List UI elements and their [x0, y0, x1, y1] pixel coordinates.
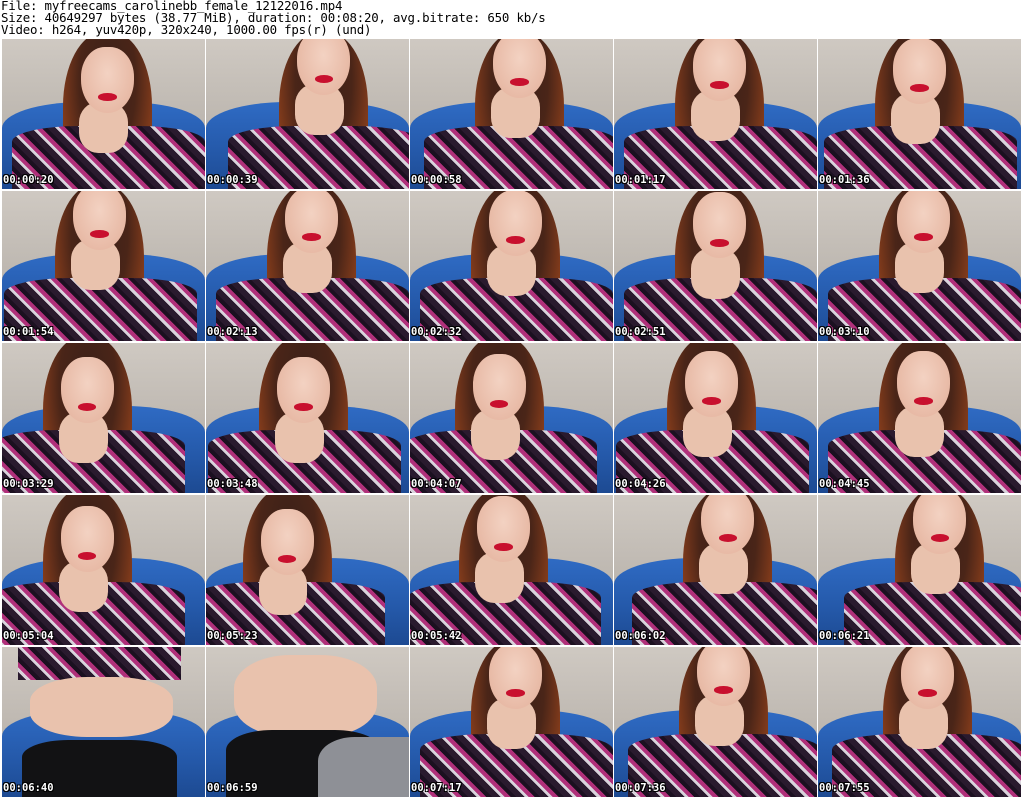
face [893, 39, 946, 104]
timestamp-label: 00:04:07 [411, 478, 462, 490]
timestamp-label: 00:06:59 [207, 782, 258, 794]
red-lips [914, 233, 933, 241]
timestamp-label: 00:04:45 [819, 478, 870, 490]
thumbnail-frame: 00:05:04 [2, 495, 205, 645]
red-lips [278, 555, 297, 563]
thumbnail-frame: 00:02:13 [206, 191, 409, 341]
red-lips [98, 93, 117, 101]
thumbnail-frame: 00:01:36 [818, 39, 1021, 189]
red-lips [302, 233, 321, 241]
video-info-header: File: myfreecams_carolinebb_female_12122… [1, 0, 1021, 37]
face [60, 505, 114, 572]
timestamp-label: 00:07:17 [411, 782, 462, 794]
face [901, 647, 954, 709]
face [897, 191, 950, 253]
timestamp-label: 00:00:39 [207, 174, 258, 186]
timestamp-label: 00:06:21 [819, 630, 870, 642]
face [897, 350, 950, 417]
red-lips [918, 689, 937, 697]
thumbnail-frame: 00:01:54 [2, 191, 205, 341]
thumbnail-frame: 00:00:20 [2, 39, 205, 189]
face [73, 191, 126, 250]
thumbnail-frame: 00:06:59 [206, 647, 409, 797]
timestamp-label: 00:03:29 [3, 478, 54, 490]
thumbnail-frame: 00:03:10 [818, 191, 1021, 341]
thumbnail-frame: 00:00:39 [206, 39, 409, 189]
timestamp-label: 00:03:48 [207, 478, 258, 490]
skin-area [234, 654, 377, 737]
timestamp-label: 00:06:40 [3, 782, 54, 794]
timestamp-label: 00:00:58 [411, 174, 462, 186]
red-lips [710, 239, 729, 247]
thumbnail-grid: 00:00:20 00:00:39 00:00:58 00:01:17 00:01:36… [2, 39, 1022, 797]
thumbnail-frame: 00:02:32 [410, 191, 613, 341]
face [489, 191, 542, 256]
timestamp-label: 00:05:23 [207, 630, 258, 642]
red-lips [914, 397, 933, 405]
timestamp-label: 00:07:36 [615, 782, 666, 794]
video-format-line: Video: h264, yuv420p, 320x240, 1000.00 f… [1, 22, 372, 38]
red-lips [714, 686, 733, 694]
thumbnail-frame: 00:03:29 [2, 343, 205, 493]
timestamp-label: 00:01:17 [615, 174, 666, 186]
red-lips [718, 534, 737, 542]
red-lips [490, 400, 509, 408]
timestamp-label: 00:06:02 [615, 630, 666, 642]
red-lips [90, 230, 109, 238]
timestamp-label: 00:04:26 [615, 478, 666, 490]
thumbnail-frame: 00:05:42 [410, 495, 613, 645]
face [693, 192, 746, 259]
face [277, 356, 330, 423]
face [472, 353, 526, 420]
red-lips [506, 689, 525, 697]
thumbnail-frame: 00:03:48 [206, 343, 409, 493]
red-lips [506, 236, 525, 244]
grey-sock [317, 737, 409, 797]
face [685, 350, 738, 417]
patterned-top [18, 647, 181, 680]
red-lips [78, 403, 97, 411]
timestamp-label: 00:02:32 [411, 326, 462, 338]
red-lips [314, 75, 333, 83]
red-lips [294, 403, 313, 411]
thumbnail-frame: 00:04:26 [614, 343, 817, 493]
red-lips [710, 81, 729, 89]
red-lips [702, 397, 721, 405]
thumbnail-frame: 00:01:17 [614, 39, 817, 189]
face [260, 508, 314, 575]
skin-area [30, 677, 173, 737]
thumbnail-frame: 00:04:07 [410, 343, 613, 493]
red-lips [930, 534, 949, 542]
timestamp-label: 00:02:51 [615, 326, 666, 338]
thumbnail-frame: 00:00:58 [410, 39, 613, 189]
timestamp-label: 00:07:55 [819, 782, 870, 794]
timestamp-label: 00:01:36 [819, 174, 870, 186]
timestamp-label: 00:05:04 [3, 630, 54, 642]
red-lips [910, 84, 929, 92]
thumbnail-frame: 00:07:55 [818, 647, 1021, 797]
thumbnail-frame: 00:05:23 [206, 495, 409, 645]
face [60, 356, 114, 423]
thumbnail-frame: 00:07:36 [614, 647, 817, 797]
thumbnail-frame: 00:04:45 [818, 343, 1021, 493]
red-lips [78, 552, 97, 560]
face [476, 496, 530, 563]
face [285, 191, 338, 253]
thumbnail-frame: 00:06:21 [818, 495, 1021, 645]
timestamp-label: 00:00:20 [3, 174, 54, 186]
face [81, 46, 134, 113]
face [489, 647, 542, 709]
thumbnail-frame: 00:06:40 [2, 647, 205, 797]
red-lips [494, 543, 513, 551]
timestamp-label: 00:01:54 [3, 326, 54, 338]
thumbnail-frame: 00:07:17 [410, 647, 613, 797]
timestamp-label: 00:03:10 [819, 326, 870, 338]
red-lips [510, 78, 529, 86]
thumbnail-frame: 00:06:02 [614, 495, 817, 645]
face [693, 39, 746, 101]
timestamp-label: 00:05:42 [411, 630, 462, 642]
timestamp-label: 00:02:13 [207, 326, 258, 338]
thumbnail-frame: 00:02:51 [614, 191, 817, 341]
